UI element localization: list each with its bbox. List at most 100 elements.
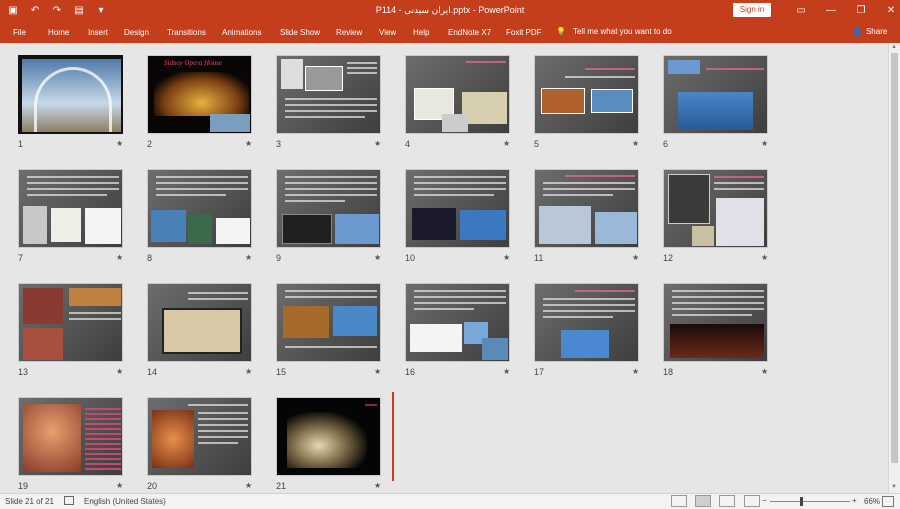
slide-thumbnail-8[interactable] xyxy=(147,169,252,248)
slide-thumbnail-17[interactable] xyxy=(534,283,639,362)
transition-star-icon[interactable]: ★ xyxy=(632,139,639,148)
slide-thumbnail-21[interactable] xyxy=(276,397,381,476)
slide-thumbnail-3[interactable] xyxy=(276,55,381,134)
sign-in-button[interactable]: Sign in xyxy=(733,3,771,17)
slide-thumbnail-4[interactable] xyxy=(405,55,510,134)
tab-foxit-pdf[interactable]: Foxit PDF xyxy=(506,28,542,37)
text-line xyxy=(714,176,764,178)
slide-image xyxy=(283,306,329,338)
transition-star-icon[interactable]: ★ xyxy=(245,367,252,376)
vertical-scrollbar[interactable]: ▲ ▼ xyxy=(888,43,900,493)
transition-star-icon[interactable]: ★ xyxy=(374,367,381,376)
share-button[interactable]: 👤 Share xyxy=(852,27,887,36)
transition-star-icon[interactable]: ★ xyxy=(116,139,123,148)
scrollbar-thumb[interactable] xyxy=(891,53,898,463)
minimize-icon[interactable]: — xyxy=(816,2,846,18)
slide-image xyxy=(333,306,377,336)
tab-insert[interactable]: Insert xyxy=(88,28,108,37)
transition-star-icon[interactable]: ★ xyxy=(116,481,123,490)
text-line xyxy=(543,188,635,190)
spelling-check-icon[interactable] xyxy=(64,496,74,505)
transition-star-icon[interactable]: ★ xyxy=(245,481,252,490)
text-line xyxy=(285,98,377,100)
scroll-down-icon[interactable]: ▼ xyxy=(891,484,897,490)
fit-to-window-icon[interactable] xyxy=(882,496,894,507)
transition-star-icon[interactable]: ★ xyxy=(761,139,768,148)
slide-thumbnail-18[interactable] xyxy=(663,283,768,362)
slide-thumbnail-19[interactable] xyxy=(18,397,123,476)
tab-file[interactable]: File xyxy=(13,28,26,37)
normal-view-icon[interactable] xyxy=(671,495,687,507)
transition-star-icon[interactable]: ★ xyxy=(503,367,510,376)
zoom-slider[interactable] xyxy=(770,501,850,502)
scroll-up-icon[interactable]: ▲ xyxy=(891,44,897,50)
text-line xyxy=(365,404,377,406)
slide-number: 11 xyxy=(534,253,544,263)
interior-image xyxy=(23,404,81,472)
tab-design[interactable]: Design xyxy=(124,28,149,37)
slide-thumbnail-16[interactable] xyxy=(405,283,510,362)
text-line xyxy=(285,188,377,190)
zoom-out-icon[interactable]: − xyxy=(762,496,767,505)
slide-thumbnail-2[interactable]: Sidney Opera House xyxy=(147,55,252,134)
sketch-image xyxy=(162,308,242,354)
slide-number: 20 xyxy=(147,481,158,491)
slide-thumbnail-11[interactable] xyxy=(534,169,639,248)
slide-thumbnail-5[interactable] xyxy=(534,55,639,134)
tab-view[interactable]: View xyxy=(379,28,396,37)
reading-view-icon[interactable] xyxy=(719,495,735,507)
slide-thumbnail-13[interactable] xyxy=(18,283,123,362)
transition-star-icon[interactable]: ★ xyxy=(632,367,639,376)
transition-star-icon[interactable]: ★ xyxy=(116,367,123,376)
zoom-in-icon[interactable]: + xyxy=(852,496,857,505)
tab-home[interactable]: Home xyxy=(48,28,69,37)
tab-help[interactable]: Help xyxy=(413,28,429,37)
zoom-level[interactable]: 66% xyxy=(864,497,880,506)
transition-star-icon[interactable]: ★ xyxy=(245,139,252,148)
tell-me-box[interactable]: 💡 Tell me what you want to do xyxy=(556,27,672,36)
title-bar: ▣ ↶ ↷ ▤ ▾ P114 - ایران سیدنی.pptx - Powe… xyxy=(0,0,900,21)
text-line xyxy=(672,308,764,310)
slide-number: 13 xyxy=(18,367,29,377)
transition-star-icon[interactable]: ★ xyxy=(374,139,381,148)
slide-number: 12 xyxy=(663,253,674,263)
transition-star-icon[interactable]: ★ xyxy=(503,139,510,148)
slideshow-view-icon[interactable] xyxy=(744,495,760,507)
slide-thumbnail-1[interactable] xyxy=(18,55,123,134)
slide-thumbnail-12[interactable] xyxy=(663,169,768,248)
tab-slide-show[interactable]: Slide Show xyxy=(280,28,320,37)
transition-star-icon[interactable]: ★ xyxy=(116,253,123,262)
slide-thumbnail-9[interactable] xyxy=(276,169,381,248)
transition-star-icon[interactable]: ★ xyxy=(503,253,510,262)
tab-transitions[interactable]: Transitions xyxy=(167,28,206,37)
text-line xyxy=(188,292,248,294)
language-indicator[interactable]: English (United States) xyxy=(84,497,166,506)
slide-thumbnail-20[interactable] xyxy=(147,397,252,476)
status-bar: Slide 21 of 21 English (United States) −… xyxy=(0,493,900,509)
close-icon[interactable]: ✕ xyxy=(876,2,900,18)
restore-icon[interactable]: ❐ xyxy=(846,2,876,18)
tab-review[interactable]: Review xyxy=(336,28,362,37)
slide-number: 8 xyxy=(147,253,153,263)
text-line xyxy=(466,61,506,63)
slide-thumbnail-15[interactable] xyxy=(276,283,381,362)
tab-endnote[interactable]: EndNote X7 xyxy=(448,28,491,37)
text-line xyxy=(285,176,377,178)
tab-animations[interactable]: Animations xyxy=(222,28,262,37)
text-line xyxy=(414,302,506,304)
ribbon-display-icon[interactable]: ▭ xyxy=(786,2,816,18)
transition-star-icon[interactable]: ★ xyxy=(374,481,381,490)
slide-thumbnail-10[interactable] xyxy=(405,169,510,248)
slide-thumbnail-6[interactable] xyxy=(663,55,768,134)
slide-number: 18 xyxy=(663,367,674,377)
transition-star-icon[interactable]: ★ xyxy=(632,253,639,262)
transition-star-icon[interactable]: ★ xyxy=(245,253,252,262)
transition-star-icon[interactable]: ★ xyxy=(761,367,768,376)
slide-thumbnail-7[interactable] xyxy=(18,169,123,248)
slide-thumbnail-14[interactable] xyxy=(147,283,252,362)
transition-star-icon[interactable]: ★ xyxy=(374,253,381,262)
slide-image xyxy=(410,324,462,352)
zoom-slider-knob[interactable] xyxy=(800,497,803,506)
transition-star-icon[interactable]: ★ xyxy=(761,253,768,262)
slide-sorter-view-icon[interactable] xyxy=(695,495,711,507)
